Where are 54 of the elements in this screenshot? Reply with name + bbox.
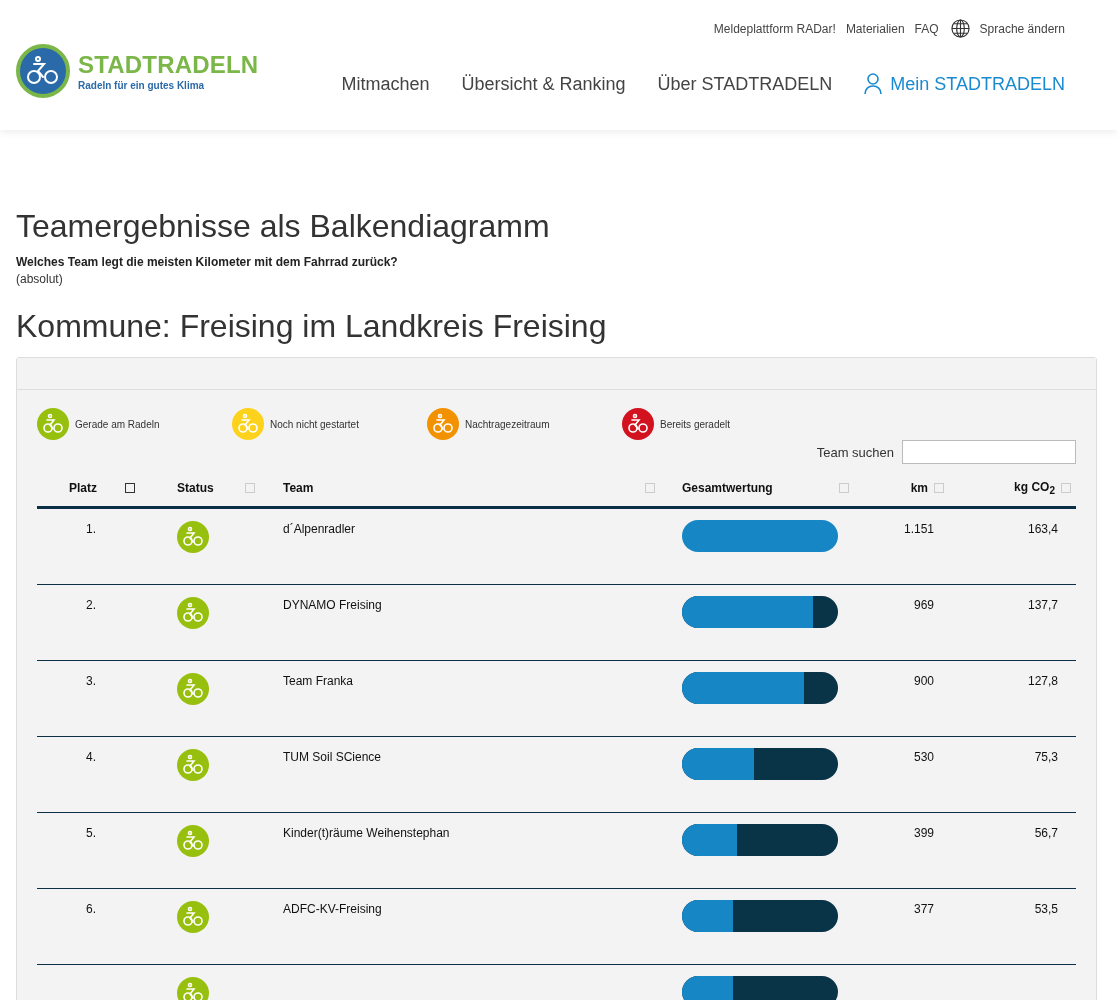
team-cell: Team Franka [283,674,354,689]
co2-cell: 137,7 [1027,598,1058,613]
km-cell: 530 [913,750,934,765]
top-link[interactable]: Meldeplattform RADar! [713,21,836,36]
top-link[interactable]: Materialien [845,21,905,36]
column-header[interactable]: Status [177,481,214,496]
km-cell: 969 [913,598,934,613]
team-cell: Kinder(t)räume Weihenstephan [283,826,450,841]
user-icon [864,73,883,95]
search-field[interactable] [902,440,1076,464]
nav-link[interactable]: Übersicht & Ranking [461,73,626,95]
legend-label: Noch nicht gestartet [270,418,359,430]
km-cell: 900 [913,674,934,689]
column-header[interactable]: Platz [69,481,97,496]
co2-cell: 56,7 [1034,826,1058,841]
question-text: Welches Team legt die meisten Kilometer mit dem Fahrrad zurück? [16,255,399,269]
co2-cell: 53,5 [1034,902,1058,917]
nav-link[interactable]: Über STADTRADELN [657,73,833,95]
sort-icon[interactable] [125,483,135,494]
nav-link[interactable]: Mein STADTRADELN [864,73,1065,95]
language-link[interactable]: Sprache ändern [979,21,1065,36]
column-header[interactable]: kg CO$_{2}$ [1014,480,1055,497]
top-link[interactable]: FAQ [914,21,939,36]
team-cell: DYNAMO Freising [283,598,382,613]
rank-cell: 1. [86,522,96,537]
team-cell: ADFC-KV-Freising [283,902,382,917]
cyclist-logo-icon [16,44,70,98]
logo-wordmark: STADTRADELN [78,51,259,79]
km-cell: 377 [913,902,934,917]
legend-label: Gerade am Radeln [75,418,160,430]
column-header[interactable]: km [910,481,928,496]
column-header[interactable]: Team [283,481,314,496]
rank-cell: 5. [86,826,96,841]
team-cell: d´Alpenradler [283,522,356,537]
legend-label: Nachtragezeitraum [465,418,550,430]
co2-cell: 75,3 [1034,750,1058,765]
page-heading: Teamergebnisse als Balkendiagramm [16,208,551,245]
co2-cell: 127,8 [1027,674,1058,689]
commune-heading: Kommune: Freising im Landkreis Freising [16,308,608,345]
co2-cell: 163,4 [1027,522,1058,537]
team-cell: TUM Soil SCience [283,750,382,765]
globe-icon [950,19,970,38]
rank-cell: 3. [86,674,96,689]
rank-cell: 2. [86,598,96,613]
nav-link[interactable]: Mitmachen [341,73,430,95]
column-header[interactable]: Gesamtwertung [682,481,773,496]
logo-tagline: Radeln für ein gutes Klima [78,80,206,91]
rank-cell: 6. [86,902,96,917]
km-cell: 399 [913,826,934,841]
search-label: Team suchen [816,444,894,460]
rank-cell: 4. [86,750,96,765]
legend-label: Bereits geradelt [660,418,731,430]
note-text: (absolut) [16,272,64,286]
km-cell: 1.151 [903,522,934,537]
